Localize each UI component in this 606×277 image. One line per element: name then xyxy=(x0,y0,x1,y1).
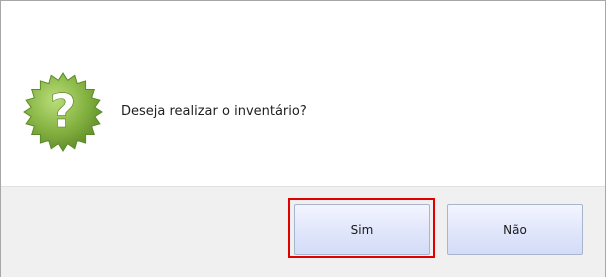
question-badge-icon: ? xyxy=(22,71,104,153)
button-bar: Sim Não xyxy=(1,186,605,277)
no-button-label: Não xyxy=(503,222,527,237)
message-area: ? Deseja realizar o inventário? xyxy=(1,1,605,186)
yes-button[interactable]: Sim xyxy=(294,204,430,255)
confirm-dialog: ? Deseja realizar o inventário? Sim Não xyxy=(0,0,606,277)
no-button[interactable]: Não xyxy=(447,204,583,255)
yes-button-label: Sim xyxy=(350,222,374,237)
dialog-message: Deseja realizar o inventário? xyxy=(121,104,307,119)
svg-text:?: ? xyxy=(50,84,77,138)
